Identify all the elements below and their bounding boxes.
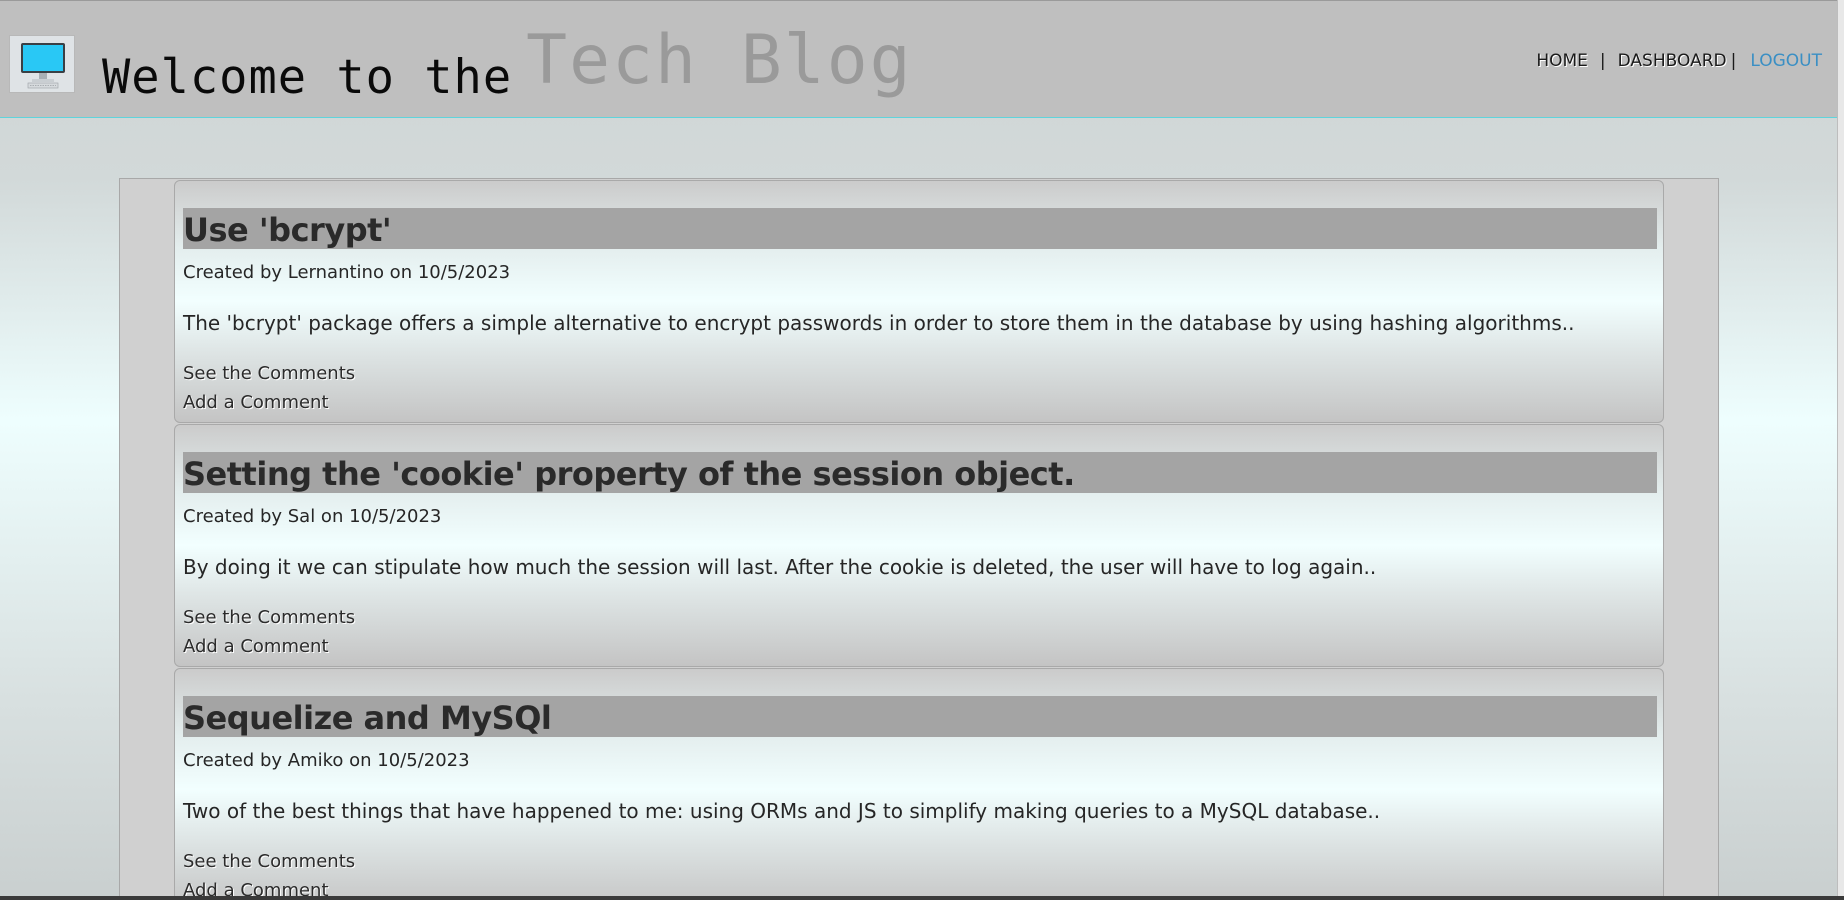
add-comment-link[interactable]: Add a Comment xyxy=(183,636,329,657)
nav-logout-link[interactable]: LOGOUT xyxy=(1750,51,1822,71)
post-card: Sequelize and MySQl Created by Amiko on … xyxy=(174,668,1664,900)
post-card: Setting the 'cookie' property of the ses… xyxy=(174,424,1664,667)
page-title: Welcome to the Tech Blog xyxy=(102,21,913,110)
nav-home-link[interactable]: HOME xyxy=(1536,51,1588,71)
see-comments-link[interactable]: See the Comments xyxy=(183,607,355,628)
post-body: By doing it we can stipulate how much th… xyxy=(183,555,1377,579)
post-body: Two of the best things that have happene… xyxy=(183,799,1381,823)
site-header: Welcome to the Tech Blog HOME | DASHBOARD | L… xyxy=(0,0,1838,118)
nav-dashboard-link[interactable]: DASHBOARD xyxy=(1618,51,1727,71)
add-comment-link[interactable]: Add a Comment xyxy=(183,392,329,413)
post-title[interactable]: Use 'bcrypt' xyxy=(183,208,1657,249)
post-meta: Created by Amiko on 10/5/2023 xyxy=(183,750,470,771)
post-body: The 'bcrypt' package offers a simple alt… xyxy=(183,311,1575,335)
page-title-prefix: Welcome to the xyxy=(102,50,513,105)
computer-monitor-icon xyxy=(9,35,75,93)
nav-separator: | xyxy=(1730,51,1737,71)
page-title-brand: Tech Blog xyxy=(526,21,913,100)
post-meta: Created by Sal on 10/5/2023 xyxy=(183,506,442,527)
post-title[interactable]: Setting the 'cookie' property of the ses… xyxy=(183,452,1657,493)
nav-separator: | xyxy=(1599,51,1606,71)
post-title[interactable]: Sequelize and MySQl xyxy=(183,696,1657,737)
post-card: Use 'bcrypt' Created by Lernantino on 10… xyxy=(174,180,1664,423)
window-bottom-edge xyxy=(0,896,1844,900)
see-comments-link[interactable]: See the Comments xyxy=(183,851,355,872)
see-comments-link[interactable]: See the Comments xyxy=(183,363,355,384)
main-nav: HOME | DASHBOARD | LOGOUT xyxy=(1536,51,1822,71)
post-meta: Created by Lernantino on 10/5/2023 xyxy=(183,262,511,283)
vertical-scrollbar[interactable] xyxy=(1837,0,1844,900)
